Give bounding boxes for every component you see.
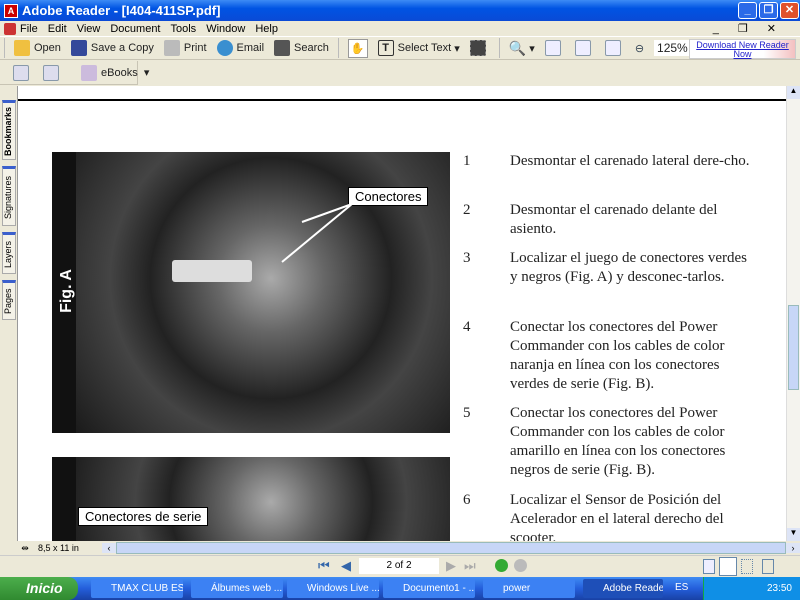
start-button[interactable]: Inicio	[0, 577, 78, 600]
tab-layers[interactable]: Layers	[2, 232, 16, 274]
page-size: 8,5 x 11 in	[38, 543, 79, 553]
single-page-icon[interactable]	[703, 559, 715, 574]
document-view[interactable]: Fig. A Conectores Conectores de serie 1D…	[18, 86, 786, 541]
rotate-ccw-icon	[43, 64, 59, 81]
rotate-cw-icon	[13, 64, 29, 81]
scroll-down-button[interactable]: ▼	[787, 528, 800, 541]
ebooks-button[interactable]: eBooks ▾	[81, 64, 149, 81]
menu-document[interactable]: Document	[110, 23, 160, 35]
facing-icon[interactable]	[762, 559, 774, 574]
ebooks-icon	[81, 64, 97, 81]
task-power[interactable]: power	[483, 579, 575, 598]
page-size-icon: ⇹	[21, 542, 29, 553]
magnifier-icon: 🔍	[508, 39, 527, 56]
binoculars-icon	[274, 40, 291, 56]
email-button[interactable]: Email	[216, 40, 264, 56]
menu-edit[interactable]: Edit	[48, 23, 67, 35]
last-page-button[interactable]: ⏭	[464, 558, 476, 574]
minimize-button[interactable]: _	[738, 2, 757, 19]
task-adobe-reader[interactable]: Adobe Reader...	[583, 579, 663, 598]
snapshot-button[interactable]	[469, 40, 490, 56]
save-copy-button[interactable]: Save a Copy	[70, 40, 154, 56]
email-icon	[216, 40, 233, 56]
main-toolbar: Open Save a Copy Print Email Search ✋ TS…	[0, 36, 800, 60]
actual-size-button[interactable]	[544, 40, 565, 56]
fit-width-button[interactable]	[604, 40, 625, 56]
download-reader-link[interactable]: Download New Reader Now	[689, 39, 796, 59]
menu-view[interactable]: View	[77, 23, 101, 35]
title-bar: A Adobe Reader - [I404-411SP.pdf] _ ❐ ✕	[0, 0, 800, 21]
printer-icon	[163, 40, 180, 56]
callout-arrows	[281, 203, 353, 263]
clock: 23:50	[766, 583, 792, 594]
figure-b-photo: Conectores de serie	[52, 457, 450, 541]
scroll-up-button[interactable]: ▲	[787, 86, 800, 99]
fit-page-button[interactable]	[574, 40, 595, 56]
first-page-button[interactable]: ⏮	[318, 558, 330, 574]
callout-conectores-serie: Conectores de serie	[78, 507, 209, 526]
language-indicator[interactable]: ES	[675, 582, 688, 593]
rotate-counterclockwise-button[interactable]	[43, 64, 63, 81]
vertical-scrollbar[interactable]: ▲ ▼	[786, 86, 800, 541]
menu-window[interactable]: Window	[206, 23, 245, 35]
previous-page-button[interactable]: ◀	[341, 558, 351, 574]
camera-icon	[469, 40, 486, 56]
task-albumes[interactable]: Álbumes web ...	[191, 579, 283, 598]
rotate-clockwise-button[interactable]	[13, 64, 33, 81]
menu-help[interactable]: Help	[255, 23, 278, 35]
task-documento[interactable]: Documento1 - ...	[383, 579, 475, 598]
search-button[interactable]: Search	[274, 40, 329, 56]
print-button[interactable]: Print	[163, 40, 207, 56]
figure-a-photo: Fig. A Conectores	[52, 152, 450, 433]
window-title: Adobe Reader - [I404-411SP.pdf]	[22, 3, 221, 18]
menu-file[interactable]: File	[20, 23, 38, 35]
taskbar: Inicio TMAX CLUB ES... Álbumes web ... W…	[0, 577, 800, 600]
task-tmax[interactable]: TMAX CLUB ES...	[91, 579, 183, 598]
status-row: ⇹ 8,5 x 11 in ‹ ›	[18, 541, 800, 555]
fit-width-icon	[604, 40, 621, 56]
go-back-icon[interactable]	[495, 559, 508, 572]
tab-pages[interactable]: Pages	[2, 280, 16, 320]
next-page-button[interactable]: ▶	[446, 558, 456, 574]
hand-tool-button[interactable]: ✋	[347, 38, 368, 58]
navigation-panel: Bookmarks Signatures Layers Pages	[0, 86, 18, 541]
scroll-right-button[interactable]: ›	[786, 543, 800, 553]
go-forward-icon[interactable]	[514, 559, 527, 572]
tab-signatures[interactable]: Signatures	[2, 166, 16, 226]
hand-icon: ✋	[350, 42, 365, 55]
zoom-in-tool[interactable]: 🔍 ▾	[509, 40, 535, 57]
minus-circle-icon: ⊖	[634, 42, 645, 55]
fit-page-icon	[574, 40, 591, 56]
page-icon	[544, 40, 561, 56]
select-text-button[interactable]: T Select Text ▾	[377, 40, 460, 56]
menu-tools[interactable]: Tools	[171, 23, 197, 35]
menu-bar: File Edit View Document Tools Window Hel…	[0, 21, 800, 36]
close-button[interactable]: ✕	[780, 2, 799, 19]
secondary-toolbar: eBooks ▾	[0, 61, 149, 85]
task-windows-live[interactable]: Windows Live ...	[287, 579, 379, 598]
folder-icon	[14, 40, 30, 56]
zoom-out-button[interactable]: ⊖	[635, 42, 644, 55]
page-navigation-bar: ⏮ ◀ 2 of 2 ▶ ⏭	[0, 555, 800, 577]
tab-bookmarks[interactable]: Bookmarks	[2, 100, 16, 160]
continuous-icon[interactable]	[719, 557, 737, 576]
restore-button[interactable]: ❐	[759, 2, 778, 19]
page-number-input[interactable]: 2 of 2	[359, 558, 439, 574]
text-cursor-icon: T	[377, 40, 394, 56]
page-edge	[18, 99, 786, 101]
horizontal-scroll-thumb[interactable]	[116, 542, 786, 554]
scroll-left-button[interactable]: ‹	[102, 543, 116, 553]
system-tray: 23:50	[703, 577, 800, 600]
open-button[interactable]: Open	[14, 40, 61, 56]
doc-window-controls[interactable]: _ ❐ ✕	[713, 22, 784, 35]
adobe-reader-icon: A	[4, 3, 18, 18]
vertical-scroll-thumb[interactable]	[788, 305, 799, 391]
pdf-doc-icon	[4, 22, 16, 35]
floppy-icon	[70, 40, 87, 56]
continuous-facing-icon[interactable]	[741, 559, 753, 574]
